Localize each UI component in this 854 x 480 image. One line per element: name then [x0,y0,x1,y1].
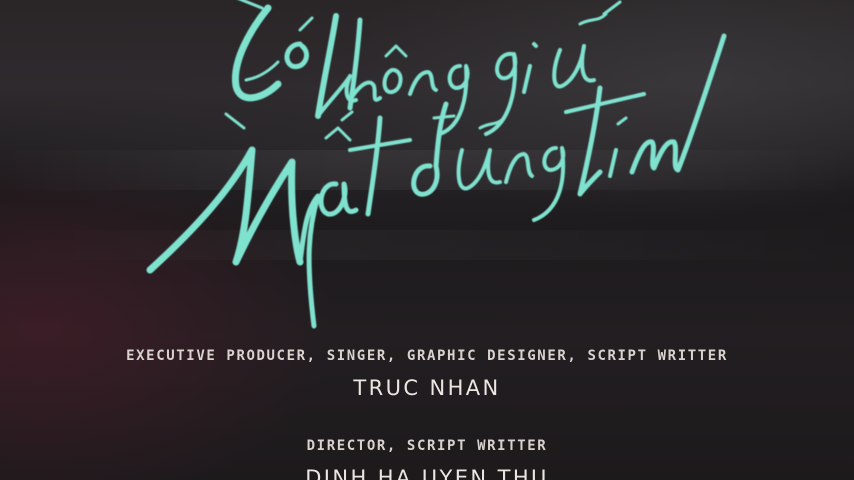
credit-role: EXECUTIVE PRODUCER, SINGER, GRAPHIC DESI… [126,348,728,364]
credit-name: TRUC NHAN [353,376,501,400]
credit-block-executive-producer-name: TRUC NHAN [0,376,854,400]
credit-block-director: DIRECTOR, SCRIPT WRITTER [0,438,854,454]
title-script-logo [146,0,727,329]
credit-block-executive-producer: EXECUTIVE PRODUCER, SINGER, GRAPHIC DESI… [0,348,854,364]
credit-name: DINH HA UYEN THU [305,466,549,480]
video-frame: EXECUTIVE PRODUCER, SINGER, GRAPHIC DESI… [0,0,854,480]
credit-block-director-name: DINH HA UYEN THU [0,466,854,480]
credit-role: DIRECTOR, SCRIPT WRITTER [306,438,548,454]
